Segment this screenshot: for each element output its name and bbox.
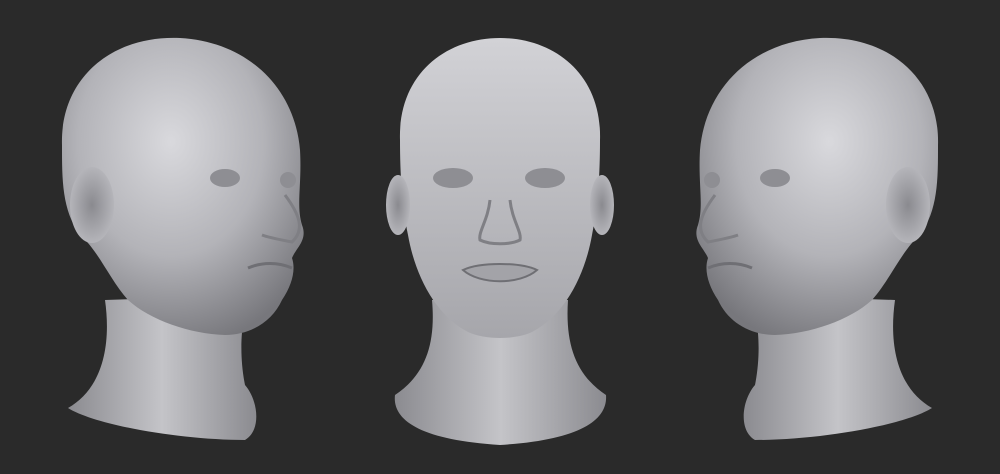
ear-right bbox=[886, 167, 930, 243]
ear-front-right bbox=[590, 175, 614, 235]
ear-left bbox=[70, 167, 114, 243]
eye-front-right bbox=[525, 168, 565, 188]
eye-right-b bbox=[704, 172, 720, 188]
eye-front-left bbox=[433, 168, 473, 188]
sculpt-render bbox=[61, 37, 939, 445]
skull-front bbox=[399, 38, 601, 338]
ear-front-left bbox=[386, 175, 410, 235]
eye-left-a bbox=[210, 169, 240, 187]
head-view-right bbox=[696, 37, 939, 440]
head-view-left bbox=[61, 37, 304, 440]
eye-left-b bbox=[280, 172, 296, 188]
eye-right-a bbox=[760, 169, 790, 187]
head-view-front bbox=[386, 38, 614, 445]
render-viewport bbox=[0, 0, 1000, 474]
